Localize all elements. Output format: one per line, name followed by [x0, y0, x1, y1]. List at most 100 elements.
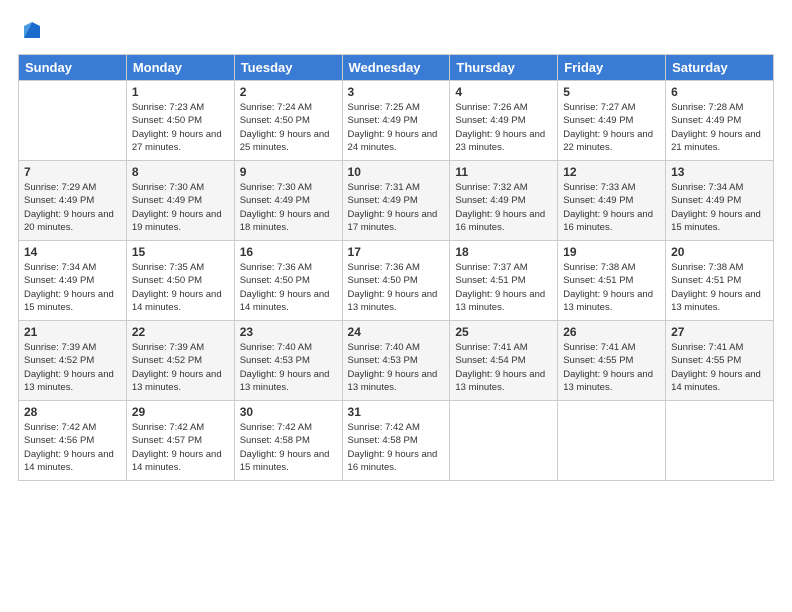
cell-0-4: 4 Sunrise: 7:26 AMSunset: 4:49 PMDaylight…: [450, 81, 558, 161]
cell-1-6: 13Sunrise: 7:34 AMSunset: 4:49 PMDayligh…: [666, 161, 774, 241]
day-info: Sunrise: 7:40 AMSunset: 4:53 PMDaylight:…: [240, 341, 337, 394]
day-number: 8: [132, 165, 229, 179]
cell-2-6: 20Sunrise: 7:38 AMSunset: 4:51 PMDayligh…: [666, 241, 774, 321]
cell-4-1: 29 Sunrise: 7:42 AMSunset: 4:57 PMDayligh…: [126, 401, 234, 481]
cell-3-1: 22 Sunrise: 7:39 AMSunset: 4:52 PMDayligh…: [126, 321, 234, 401]
day-number: 29: [132, 405, 229, 419]
day-number: 31: [348, 405, 445, 419]
logo-icon: [20, 18, 44, 42]
day-number: 30: [240, 405, 337, 419]
day-number: 14: [24, 245, 121, 259]
cell-4-5: [558, 401, 666, 481]
week-row-2: 14 Sunrise: 7:34 AMSunset: 4:49 PMDayligh…: [19, 241, 774, 321]
cell-3-0: 21Sunrise: 7:39 AMSunset: 4:52 PMDayligh…: [19, 321, 127, 401]
day-info: Sunrise: 7:34 AMSunset: 4:49 PMDaylight:…: [24, 261, 121, 314]
cell-3-2: 23 Sunrise: 7:40 AMSunset: 4:53 PMDayligh…: [234, 321, 342, 401]
cell-1-3: 10 Sunrise: 7:31 AMSunset: 4:49 PMDayligh…: [342, 161, 450, 241]
logo: [18, 18, 44, 42]
day-info: Sunrise: 7:42 AMSunset: 4:57 PMDaylight:…: [132, 421, 229, 474]
cell-1-5: 12 Sunrise: 7:33 AMSunset: 4:49 PMDayligh…: [558, 161, 666, 241]
day-info: Sunrise: 7:28 AMSunset: 4:49 PMDaylight:…: [671, 101, 768, 154]
day-info: Sunrise: 7:41 AMSunset: 4:55 PMDaylight:…: [671, 341, 768, 394]
day-info: Sunrise: 7:40 AMSunset: 4:53 PMDaylight:…: [348, 341, 445, 394]
cell-1-2: 9 Sunrise: 7:30 AMSunset: 4:49 PMDaylight…: [234, 161, 342, 241]
day-number: 6: [671, 85, 768, 99]
day-info: Sunrise: 7:30 AMSunset: 4:49 PMDaylight:…: [132, 181, 229, 234]
day-info: Sunrise: 7:38 AMSunset: 4:51 PMDaylight:…: [563, 261, 660, 314]
calendar-table: SundayMondayTuesdayWednesdayThursdayFrid…: [18, 54, 774, 481]
day-info: Sunrise: 7:36 AMSunset: 4:50 PMDaylight:…: [348, 261, 445, 314]
cell-4-2: 30 Sunrise: 7:42 AMSunset: 4:58 PMDayligh…: [234, 401, 342, 481]
cell-1-4: 11Sunrise: 7:32 AMSunset: 4:49 PMDayligh…: [450, 161, 558, 241]
day-info: Sunrise: 7:37 AMSunset: 4:51 PMDaylight:…: [455, 261, 552, 314]
header-friday: Friday: [558, 55, 666, 81]
day-info: Sunrise: 7:29 AMSunset: 4:49 PMDaylight:…: [24, 181, 121, 234]
day-info: Sunrise: 7:42 AMSunset: 4:58 PMDaylight:…: [348, 421, 445, 474]
day-info: Sunrise: 7:23 AMSunset: 4:50 PMDaylight:…: [132, 101, 229, 154]
day-info: Sunrise: 7:41 AMSunset: 4:55 PMDaylight:…: [563, 341, 660, 394]
day-number: 9: [240, 165, 337, 179]
cell-3-4: 25Sunrise: 7:41 AMSunset: 4:54 PMDayligh…: [450, 321, 558, 401]
header-saturday: Saturday: [666, 55, 774, 81]
cell-2-4: 18 Sunrise: 7:37 AMSunset: 4:51 PMDayligh…: [450, 241, 558, 321]
cell-3-3: 24 Sunrise: 7:40 AMSunset: 4:53 PMDayligh…: [342, 321, 450, 401]
day-number: 23: [240, 325, 337, 339]
day-number: 1: [132, 85, 229, 99]
day-info: Sunrise: 7:24 AMSunset: 4:50 PMDaylight:…: [240, 101, 337, 154]
header-sunday: Sunday: [19, 55, 127, 81]
cell-2-3: 17Sunrise: 7:36 AMSunset: 4:50 PMDayligh…: [342, 241, 450, 321]
page: SundayMondayTuesdayWednesdayThursdayFrid…: [0, 0, 792, 612]
day-info: Sunrise: 7:25 AMSunset: 4:49 PMDaylight:…: [348, 101, 445, 154]
cell-4-3: 31 Sunrise: 7:42 AMSunset: 4:58 PMDayligh…: [342, 401, 450, 481]
day-number: 28: [24, 405, 121, 419]
day-info: Sunrise: 7:36 AMSunset: 4:50 PMDaylight:…: [240, 261, 337, 314]
cell-4-0: 28 Sunrise: 7:42 AMSunset: 4:56 PMDayligh…: [19, 401, 127, 481]
day-info: Sunrise: 7:39 AMSunset: 4:52 PMDaylight:…: [24, 341, 121, 394]
day-number: 12: [563, 165, 660, 179]
cell-0-1: 1 Sunrise: 7:23 AMSunset: 4:50 PMDaylight…: [126, 81, 234, 161]
cell-0-5: 5Sunrise: 7:27 AMSunset: 4:49 PMDaylight…: [558, 81, 666, 161]
cell-2-1: 15 Sunrise: 7:35 AMSunset: 4:50 PMDayligh…: [126, 241, 234, 321]
day-number: 24: [348, 325, 445, 339]
cell-4-6: [666, 401, 774, 481]
week-row-3: 21Sunrise: 7:39 AMSunset: 4:52 PMDayligh…: [19, 321, 774, 401]
day-info: Sunrise: 7:26 AMSunset: 4:49 PMDaylight:…: [455, 101, 552, 154]
cell-2-0: 14 Sunrise: 7:34 AMSunset: 4:49 PMDayligh…: [19, 241, 127, 321]
day-number: 18: [455, 245, 552, 259]
day-info: Sunrise: 7:30 AMSunset: 4:49 PMDaylight:…: [240, 181, 337, 234]
cell-0-0: [19, 81, 127, 161]
cell-1-0: 7 Sunrise: 7:29 AMSunset: 4:49 PMDaylight…: [19, 161, 127, 241]
day-number: 7: [24, 165, 121, 179]
week-row-0: 1 Sunrise: 7:23 AMSunset: 4:50 PMDaylight…: [19, 81, 774, 161]
day-number: 25: [455, 325, 552, 339]
day-number: 27: [671, 325, 768, 339]
cell-2-2: 16 Sunrise: 7:36 AMSunset: 4:50 PMDayligh…: [234, 241, 342, 321]
day-info: Sunrise: 7:42 AMSunset: 4:56 PMDaylight:…: [24, 421, 121, 474]
cell-0-6: 6 Sunrise: 7:28 AMSunset: 4:49 PMDaylight…: [666, 81, 774, 161]
day-info: Sunrise: 7:39 AMSunset: 4:52 PMDaylight:…: [132, 341, 229, 394]
header-thursday: Thursday: [450, 55, 558, 81]
day-info: Sunrise: 7:42 AMSunset: 4:58 PMDaylight:…: [240, 421, 337, 474]
day-number: 4: [455, 85, 552, 99]
day-info: Sunrise: 7:35 AMSunset: 4:50 PMDaylight:…: [132, 261, 229, 314]
day-number: 22: [132, 325, 229, 339]
day-info: Sunrise: 7:31 AMSunset: 4:49 PMDaylight:…: [348, 181, 445, 234]
header-tuesday: Tuesday: [234, 55, 342, 81]
header-row: SundayMondayTuesdayWednesdayThursdayFrid…: [19, 55, 774, 81]
day-number: 16: [240, 245, 337, 259]
cell-0-2: 2 Sunrise: 7:24 AMSunset: 4:50 PMDaylight…: [234, 81, 342, 161]
day-number: 3: [348, 85, 445, 99]
cell-2-5: 19Sunrise: 7:38 AMSunset: 4:51 PMDayligh…: [558, 241, 666, 321]
day-info: Sunrise: 7:33 AMSunset: 4:49 PMDaylight:…: [563, 181, 660, 234]
cell-4-4: [450, 401, 558, 481]
week-row-1: 7 Sunrise: 7:29 AMSunset: 4:49 PMDaylight…: [19, 161, 774, 241]
week-row-4: 28 Sunrise: 7:42 AMSunset: 4:56 PMDayligh…: [19, 401, 774, 481]
header-wednesday: Wednesday: [342, 55, 450, 81]
day-number: 15: [132, 245, 229, 259]
day-number: 10: [348, 165, 445, 179]
day-info: Sunrise: 7:32 AMSunset: 4:49 PMDaylight:…: [455, 181, 552, 234]
header-monday: Monday: [126, 55, 234, 81]
cell-3-5: 26Sunrise: 7:41 AMSunset: 4:55 PMDayligh…: [558, 321, 666, 401]
header: [18, 18, 774, 42]
day-number: 2: [240, 85, 337, 99]
